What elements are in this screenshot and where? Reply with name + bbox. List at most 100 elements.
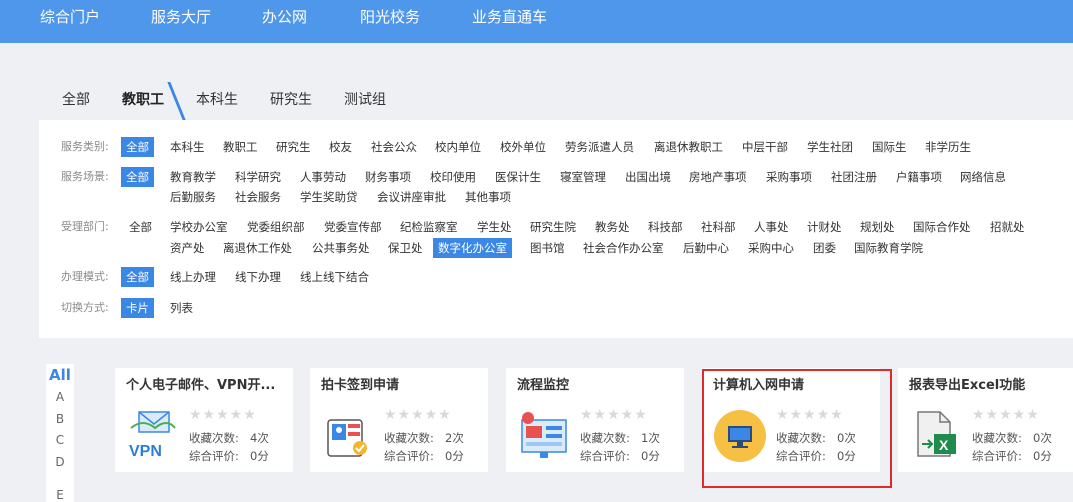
alpha-letter[interactable]: B — [46, 412, 74, 426]
nav-item-sunshine[interactable]: 阳光校务 — [360, 7, 420, 27]
filter-category-option[interactable]: 校友 — [329, 137, 352, 157]
filter-category-option[interactable]: 国际生 — [872, 137, 907, 157]
filter-department-option[interactable]: 保卫处 — [388, 238, 423, 258]
nav-item-business[interactable]: 业务直通车 — [472, 7, 547, 27]
filter-scene-option[interactable]: 社会服务 — [235, 187, 281, 207]
filter-department-option[interactable]: 学校办公室 — [170, 217, 228, 237]
filter-category-option[interactable]: 教职工 — [223, 137, 258, 157]
filter-category-option[interactable]: 学生社团 — [807, 137, 853, 157]
filter-mode-option[interactable]: 全部 — [121, 267, 154, 287]
filter-category-option[interactable]: 中层干部 — [742, 137, 788, 157]
filter-panel: 服务类别: 全部 本科生 教职工 研究生 校友 社会公众 校内单位 校外单位 劳… — [39, 120, 1073, 338]
filter-scene-option[interactable]: 采购事项 — [766, 167, 812, 187]
filter-scene-option[interactable]: 财务事项 — [365, 167, 411, 187]
card-title: 个人电子邮件、VPN开... — [126, 378, 276, 393]
filter-category-option[interactable]: 全部 — [121, 137, 154, 157]
filter-department-option[interactable]: 数字化办公室 — [433, 238, 512, 258]
filter-scene-option[interactable]: 医保计生 — [495, 167, 541, 187]
filter-department-option[interactable]: 全部 — [129, 217, 152, 237]
rating-stars: ★★★★★ — [189, 407, 257, 423]
filter-category-option[interactable]: 校内单位 — [435, 137, 481, 157]
tab-staff[interactable]: 教职工 — [122, 90, 164, 110]
filter-scene-option[interactable]: 社团注册 — [831, 167, 877, 187]
favorite-count-label: 收藏次数: — [189, 431, 239, 445]
filter-mode-option[interactable]: 线上办理 — [170, 267, 216, 287]
filter-category-option[interactable]: 离退休教职工 — [654, 137, 723, 157]
filter-department-option[interactable]: 离退休工作处 — [223, 238, 292, 258]
rating-stars: ★★★★★ — [580, 407, 648, 423]
tab-graduate[interactable]: 研究生 — [270, 90, 312, 110]
service-card[interactable]: 报表导出Excel功能 X ★★★★★ 收藏次数: 0次 综合评价: 0分 — [898, 368, 1073, 472]
nav-item-office[interactable]: 办公网 — [262, 7, 307, 27]
audience-tabs: 全部 教职工 本科生 研究生 测试组 — [39, 80, 1073, 120]
filter-department-option[interactable]: 研究生院 — [530, 217, 576, 237]
svg-text:VPN: VPN — [129, 443, 162, 460]
favorite-count-value: 1次 — [641, 431, 660, 445]
filter-department-option[interactable]: 图书馆 — [530, 238, 565, 258]
rating-stars: ★★★★★ — [384, 407, 452, 423]
tab-undergraduate[interactable]: 本科生 — [196, 90, 238, 110]
service-card[interactable]: 拍卡签到申请 ★★★★★ 收藏次数: 2次 综合评价: 0分 — [310, 368, 488, 472]
filter-scene-option[interactable]: 校印使用 — [430, 167, 476, 187]
filter-category-option[interactable]: 劳务派遣人员 — [565, 137, 634, 157]
filter-department-option[interactable]: 人事处 — [754, 217, 789, 237]
process-monitor-icon — [521, 412, 567, 458]
filter-department-option[interactable]: 团委 — [813, 238, 836, 258]
filter-department-option[interactable]: 国际合作处 — [913, 217, 971, 237]
filter-scene-option[interactable]: 出国出境 — [625, 167, 671, 187]
filter-scene-option[interactable]: 教育教学 — [170, 167, 216, 187]
view-list-button[interactable]: 列表 — [170, 298, 193, 318]
nav-item-service-hall[interactable]: 服务大厅 — [151, 7, 211, 27]
filter-department-option[interactable]: 资产处 — [170, 238, 205, 258]
alpha-letter[interactable]: D — [46, 455, 74, 469]
filter-scene-option[interactable]: 科学研究 — [235, 167, 281, 187]
filter-scene-option[interactable]: 全部 — [121, 167, 154, 187]
filter-department-option[interactable]: 规划处 — [860, 217, 895, 237]
filter-mode-option[interactable]: 线上线下结合 — [300, 267, 369, 287]
filter-category-option[interactable]: 研究生 — [276, 137, 311, 157]
nav-item-portal[interactable]: 综合门户 — [40, 7, 100, 27]
rating-value: 0分 — [250, 449, 269, 463]
service-card[interactable]: 个人电子邮件、VPN开... VPN ★★★★★ 收藏次数: 4次 综合评价: … — [115, 368, 293, 472]
tab-all[interactable]: 全部 — [62, 90, 90, 110]
filter-scene-option[interactable]: 网络信息 — [960, 167, 1006, 187]
filter-scene-option[interactable]: 其他事项 — [465, 187, 511, 207]
filter-scene-option[interactable]: 房地产事项 — [689, 167, 747, 187]
filter-department-option[interactable]: 社科部 — [701, 217, 736, 237]
filter-department-option[interactable]: 计财处 — [807, 217, 842, 237]
filter-department-option[interactable]: 社会合作办公室 — [583, 238, 664, 258]
filter-department-option[interactable]: 公共事务处 — [312, 238, 370, 258]
filter-department-option[interactable]: 纪检监察室 — [400, 217, 458, 237]
favorite-count-value: 0次 — [1033, 431, 1052, 445]
active-tab-indicator — [167, 82, 186, 120]
filter-scene-option[interactable]: 人事劳动 — [300, 167, 346, 187]
view-card-button[interactable]: 卡片 — [121, 298, 154, 318]
service-card[interactable]: 流程监控 ★★★★★ 收藏次数: 1次 综合评价: 0分 — [506, 368, 684, 472]
filter-department-option[interactable]: 招就处 — [990, 217, 1025, 237]
filter-category-option[interactable]: 本科生 — [170, 137, 205, 157]
filter-scene-option[interactable]: 寝室管理 — [560, 167, 606, 187]
filter-mode-option[interactable]: 线下办理 — [235, 267, 281, 287]
filter-department-option[interactable]: 学生处 — [477, 217, 512, 237]
filter-scene-option[interactable]: 会议讲座审批 — [377, 187, 446, 207]
filter-department-option[interactable]: 采购中心 — [748, 238, 794, 258]
filter-department-option[interactable]: 教务处 — [595, 217, 630, 237]
filter-category-option[interactable]: 社会公众 — [371, 137, 417, 157]
svg-text:X: X — [939, 437, 949, 453]
alpha-letter[interactable]: C — [46, 433, 74, 447]
filter-department-option[interactable]: 国际教育学院 — [854, 238, 923, 258]
filter-scene-option[interactable]: 学生奖助贷 — [300, 187, 358, 207]
alpha-letter[interactable]: E — [46, 488, 74, 502]
rating-value: 0分 — [445, 449, 464, 463]
filter-category-option[interactable]: 校外单位 — [500, 137, 546, 157]
alpha-letter[interactable]: A — [46, 390, 74, 404]
filter-department-option[interactable]: 党委组织部 — [247, 217, 305, 237]
filter-scene-option[interactable]: 后勤服务 — [170, 187, 216, 207]
filter-department-option[interactable]: 党委宣传部 — [324, 217, 382, 237]
filter-scene-option[interactable]: 户籍事项 — [896, 167, 942, 187]
alpha-all[interactable]: All — [46, 368, 74, 383]
tab-test-group[interactable]: 测试组 — [344, 90, 386, 110]
filter-category-option[interactable]: 非学历生 — [925, 137, 971, 157]
filter-department-option[interactable]: 后勤中心 — [683, 238, 729, 258]
filter-department-option[interactable]: 科技部 — [648, 217, 683, 237]
